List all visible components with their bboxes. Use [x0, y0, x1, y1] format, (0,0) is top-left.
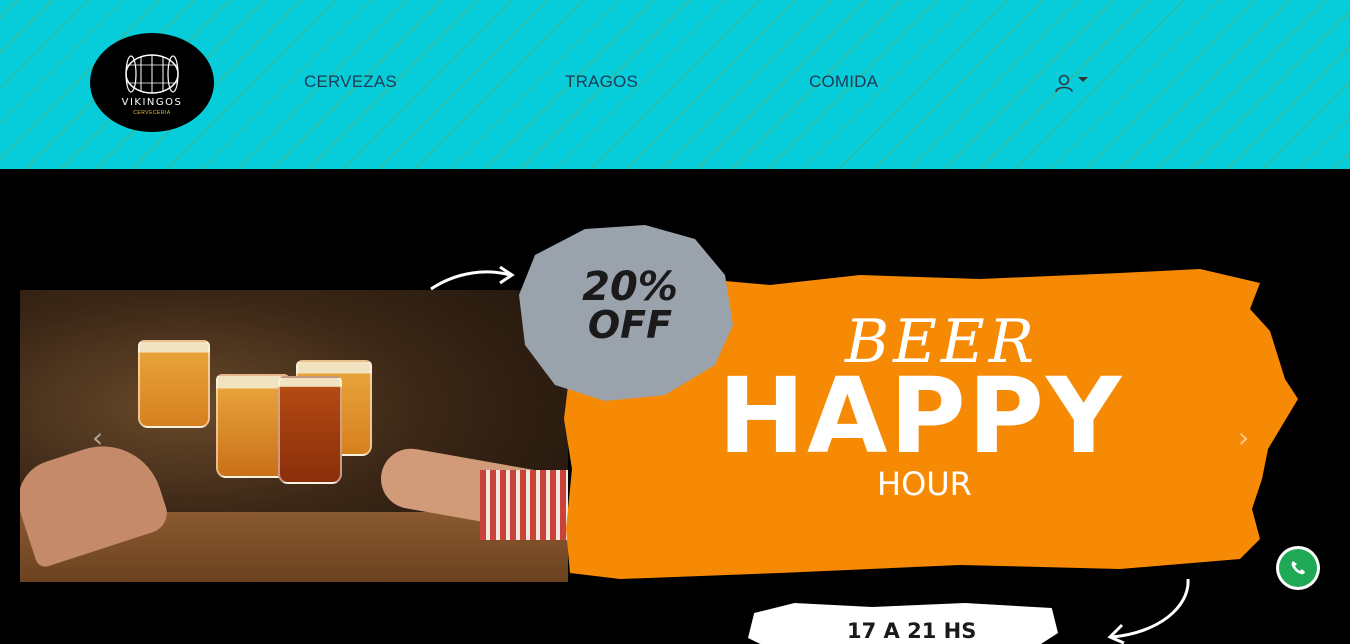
caret-down-icon	[1078, 77, 1088, 82]
chevron-right-icon[interactable]: ›	[1238, 421, 1249, 454]
nav-item-comida[interactable]: COMIDA	[809, 72, 878, 92]
nav-item-cervezas[interactable]: CERVEZAS	[304, 72, 397, 92]
nav-item-tragos[interactable]: TRAGOS	[565, 72, 638, 92]
hero-carousel: 20% OFF BEER HAPPY HOUR 17 A 21 HS ‹ ›	[0, 169, 1350, 644]
chevron-left-icon[interactable]: ‹	[92, 421, 103, 454]
brand-name: VIKINGOS	[121, 97, 183, 108]
arrow-right-icon	[430, 265, 515, 291]
whatsapp-icon	[1279, 549, 1317, 587]
hour-heading: HOUR	[877, 465, 972, 503]
discount-badge: 20% OFF	[575, 264, 685, 347]
hours-text: 17 A 21 HS	[847, 619, 977, 643]
brand-logo[interactable]: VIKINGOS CERVECERIA	[90, 33, 214, 132]
brand-subtitle: CERVECERIA	[133, 110, 171, 116]
user-icon	[1055, 74, 1073, 93]
photo-sleeve	[480, 470, 568, 540]
user-menu-toggle[interactable]	[1054, 73, 1088, 93]
barrel-icon	[125, 54, 179, 94]
discount-off: OFF	[587, 303, 673, 347]
photo-glass	[138, 340, 210, 428]
happy-heading: HAPPY	[718, 355, 1124, 477]
discount-percent: 20%	[582, 264, 678, 310]
whatsapp-button[interactable]	[1276, 546, 1320, 590]
navbar: VIKINGOS CERVECERIA CERVEZAS TRAGOS COMI…	[0, 0, 1350, 169]
arrow-down-icon	[1107, 578, 1190, 644]
photo-glass	[278, 376, 342, 484]
